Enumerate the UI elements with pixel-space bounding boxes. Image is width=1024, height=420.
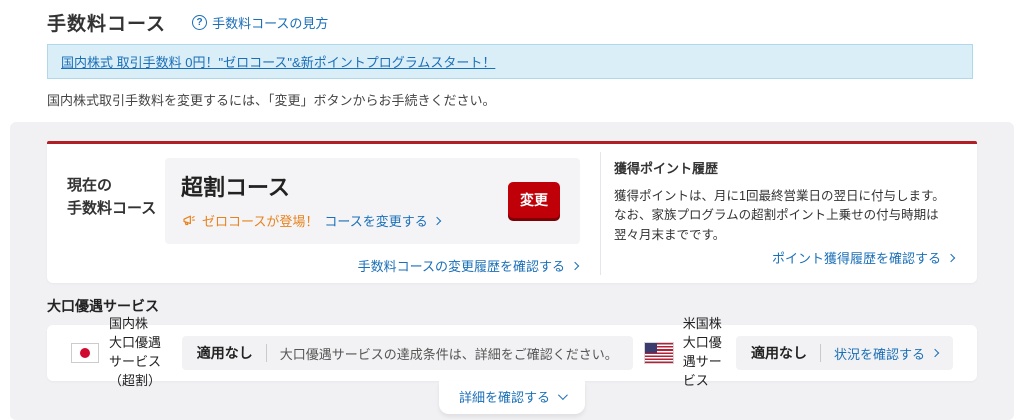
change-button[interactable]: 変更 [508, 182, 560, 218]
chevron-right-icon [432, 216, 441, 225]
chevron-right-icon [946, 253, 956, 262]
us-status-link[interactable]: 状況を確認する [834, 344, 940, 363]
current-course-label: 現在の 手数料コース [67, 177, 157, 218]
current-course-card: 現在の 手数料コース 超割コース ゼロコースが登場！ コースを変更する 変更 手… [47, 141, 977, 283]
course-name: 超割コース [181, 175, 290, 200]
help-link-label: 手数料コースの見方 [212, 16, 329, 31]
megaphone-icon [183, 215, 196, 226]
divider [819, 344, 821, 362]
japan-flag-icon [71, 343, 99, 363]
fee-history-link[interactable]: 手数料コースの変更履歴を確認する [358, 256, 580, 275]
point-history-text: 獲得ポイントは、月に1回最終営業日の翌日に付与します。 なお、家族プログラムの超… [614, 189, 945, 242]
chevron-down-icon [557, 390, 568, 401]
course-box: 超割コース ゼロコースが登場！ コースを変更する 変更 [165, 158, 580, 244]
chevron-right-icon [570, 261, 580, 270]
content-panel: 現在の 手数料コース 超割コース ゼロコースが登場！ コースを変更する 変更 手… [10, 122, 1014, 420]
us-status-box: 適用なし 状況を確認する [735, 336, 953, 370]
change-course-link[interactable]: コースを変更する [324, 211, 441, 230]
current-course-left: 現在の 手数料コース 超割コース ゼロコースが登場！ コースを変更する 変更 手… [47, 144, 600, 283]
help-link[interactable]: ? 手数料コースの見方 [192, 13, 328, 32]
large-lot-heading: 大口優遇サービス [47, 298, 159, 314]
status-badge: 適用なし [196, 345, 253, 361]
question-icon: ? [192, 15, 208, 30]
page-header: 手数料コース ? 手数料コースの見方 [0, 0, 1024, 36]
detail-toggle-button[interactable]: 詳細を確認する [439, 381, 585, 414]
campaign-banner-link[interactable]: 国内株式 取引手数料 0円！"ゼロコース"&新ポイントプログラムスタート！ [61, 55, 495, 70]
point-history-heading: 獲得ポイント履歴 [614, 161, 719, 176]
page-title: 手数料コース [47, 14, 167, 35]
us-flag-icon [643, 342, 674, 364]
domestic-status-box: 適用なし 大口優遇サービスの達成条件は、詳細をご確認ください。 [181, 336, 633, 370]
page-description: 国内株式取引手数料を変更するには、「変更」ボタンからお手続きください。 [47, 93, 496, 108]
chevron-right-icon [930, 348, 940, 358]
domestic-status-note: 大口優遇サービスの達成条件は、詳細をご確認ください。 [279, 346, 618, 362]
large-lot-card: 国内株 大口優遇サービス（超割） 適用なし 大口優遇サービスの達成条件は、詳細を… [47, 316, 977, 388]
point-history-link[interactable]: ポイント獲得履歴を確認する [772, 248, 956, 267]
status-badge: 適用なし [750, 345, 807, 361]
us-service-label: 米国株 大口優遇サービス [682, 316, 722, 388]
domestic-service-label: 国内株 大口優遇サービス（超割） [109, 316, 162, 388]
campaign-banner: 国内株式 取引手数料 0円！"ゼロコース"&新ポイントプログラムスタート！ [47, 44, 973, 79]
promo-text: ゼロコースが登場！ [202, 214, 319, 229]
point-history-section: 獲得ポイント履歴 獲得ポイントは、月に1回最終営業日の翌日に付与します。 なお、… [600, 152, 977, 275]
divider [265, 344, 267, 362]
